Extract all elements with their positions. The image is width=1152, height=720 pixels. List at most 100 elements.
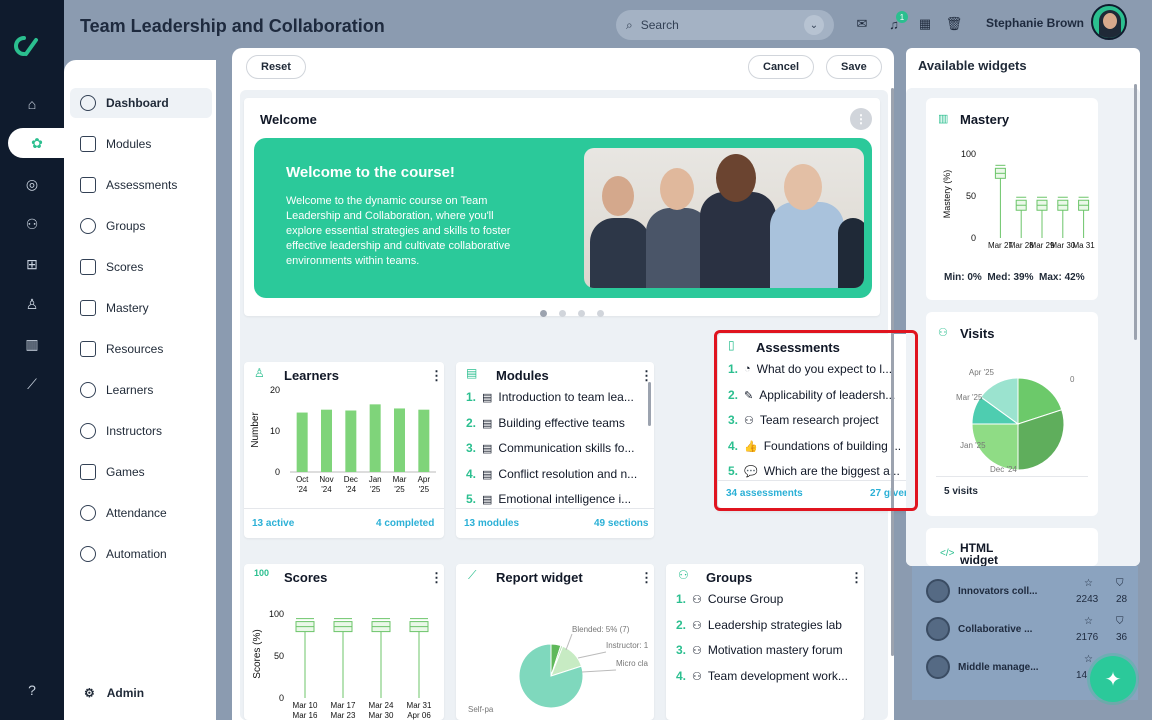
team-photo (584, 148, 864, 288)
list-item[interactable]: 4. 👍 Foundations of building ... (728, 437, 906, 455)
visits-widget-option[interactable]: ⚇ Visits Apr '25 0 Mar '25 Jan '25 Dec '24 5… (926, 312, 1098, 516)
gear-icon: ⚙ (84, 686, 95, 700)
sidebar-item-resources[interactable]: Resources (70, 334, 212, 364)
carousel-dot[interactable] (578, 310, 585, 317)
sidebar-item-instructors[interactable]: Instructors (70, 416, 212, 446)
book-icon: ▤ (466, 366, 478, 380)
search-input[interactable]: ⌕ Search ⌄ (616, 10, 834, 40)
x-tick-label: '25 (394, 485, 405, 494)
list-item[interactable]: 3. ⚇ Motivation mastery forum (676, 641, 854, 659)
list-item[interactable]: 2. ▤ Building effective teams (466, 414, 644, 432)
reset-button[interactable]: Reset (246, 55, 306, 79)
mail-icon[interactable]: ✉ (854, 16, 870, 32)
banner-text: Welcome to the dynamic course on Team Le… (286, 195, 511, 267)
person-icon[interactable]: ♙ (22, 294, 42, 314)
html-widget-option[interactable]: </> HTML widget (926, 528, 1098, 566)
target-icon[interactable]: ◎ (22, 174, 42, 194)
mastery-widget-option[interactable]: ▥ Mastery Mar 27 Mar 28 Mar 29 Mar 30 Ma 31 M… (926, 98, 1098, 300)
ai-assistant-button[interactable]: ✦ (1090, 656, 1136, 702)
list-item[interactable]: 5. 💬 Which are the biggest a... (728, 462, 906, 480)
scores-widget[interactable]: 100 Scores ⋮ Mar 10 Mar 16 Mar 17 Mar 23 Mar… (244, 564, 444, 720)
groups-widget[interactable]: ⚇ Groups ⋮ 1. ⚇ Course Group 2. ⚇ Leadership… (666, 564, 864, 720)
slice-label: Apr '25 (969, 368, 995, 377)
trash-icon[interactable]: 🗑 (946, 16, 963, 32)
sidebar-item-scores[interactable]: Scores (70, 252, 212, 282)
carousel-dot[interactable] (540, 310, 547, 317)
modules-count[interactable]: 13 modules (464, 518, 519, 529)
user-name[interactable]: Stephanie Brown (986, 16, 1084, 30)
chart-icon[interactable]: ⟋ (22, 374, 42, 394)
panel-scrollbar[interactable] (1134, 84, 1137, 340)
courses-icon[interactable]: ✿ (8, 128, 66, 158)
sparkle-icon: ✦ (1104, 668, 1122, 691)
carousel-dot[interactable] (597, 310, 604, 317)
welcome-widget[interactable]: Welcome ⋮ Welcome to the course! Welcome… (244, 98, 880, 317)
list-item[interactable]: 4. ▤ Conflict resolution and n... (466, 465, 644, 483)
more-icon[interactable]: ⋮ (850, 108, 872, 130)
sidebar-item-dashboard[interactable]: Dashboard (70, 88, 212, 118)
group-name: Leadership strategies lab (707, 618, 842, 632)
pencil-icon: ✎ (744, 389, 754, 402)
sidebar-item-modules[interactable]: Modules (70, 129, 212, 159)
carousel-dots[interactable] (540, 310, 604, 317)
carousel-dot[interactable] (559, 310, 566, 317)
visits-summary: 5 visits (944, 486, 978, 497)
list-item[interactable]: 2. ⚇ Leadership strategies lab (676, 616, 854, 634)
x-tick-label: '24 (346, 485, 357, 494)
active-count[interactable]: 13 active (252, 518, 294, 529)
list-item[interactable]: 1. ▤ Introduction to team lea... (466, 388, 644, 406)
sidebar-item-assessments[interactable]: Assessments (70, 170, 212, 200)
widget-title: Mastery (960, 112, 1010, 127)
list-item[interactable]: 4. ⚇ Team development work... (676, 667, 854, 685)
list-item[interactable]: 5. ▤ Emotional intelligence i... (466, 490, 644, 508)
library-icon[interactable]: ▥ (22, 334, 42, 354)
x-tick-label: '25 (370, 485, 381, 494)
sidebar-item-learners[interactable]: Learners (70, 375, 212, 405)
help-icon[interactable]: ? (22, 680, 42, 700)
save-button[interactable]: Save (826, 55, 882, 79)
list-item[interactable]: 1. ◔ What do you expect to l... (728, 360, 906, 378)
assessments-widget[interactable]: ▯ Assessments ⋮ 1.◔What do you expect to… (718, 334, 917, 508)
sidebar-item-automation[interactable]: Automation (70, 539, 212, 569)
list-item[interactable]: 2. ✎ Applicability of leadersh... (728, 386, 906, 404)
app-logo[interactable] (12, 32, 40, 60)
line-chart-icon: ⟋ (468, 568, 477, 582)
group-icon: ⚇ (744, 414, 754, 427)
calendar-icon[interactable]: ▦ (917, 16, 933, 32)
completed-count[interactable]: 4 completed (376, 518, 434, 529)
leaderboard-row[interactable]: Collaborative ... ☆ 2176 ⛉ 36 (926, 612, 1136, 646)
leader-line (565, 633, 573, 651)
chevron-down-icon[interactable]: ⌄ (804, 15, 824, 35)
leaderboard-row[interactable]: Innovators coll... ☆ 2243 ⛉ 28 (926, 574, 1136, 608)
sidebar-item-label: Instructors (106, 424, 163, 438)
admin-button[interactable]: ⚙ Admin (84, 686, 144, 700)
sidebar-item-groups[interactable]: Groups (70, 211, 212, 241)
learners-widget[interactable]: ♙ Learners ⋮ Number 20 10 0 Oct '24 Nov '24 Dec '… (244, 362, 444, 538)
sidebar-item-mastery[interactable]: Mastery (70, 293, 212, 323)
x-tick-label: Mar 10 (293, 701, 318, 710)
more-icon[interactable]: ⋮ (850, 570, 863, 586)
cancel-button[interactable]: Cancel (748, 55, 815, 79)
list-item[interactable]: 1. ⚇ Course Group (676, 590, 854, 608)
grid-icon[interactable]: ⊞ (22, 254, 42, 274)
sidebar-item-games[interactable]: Games (70, 457, 212, 487)
y-tick-label: 0 (275, 467, 280, 477)
assessments-count[interactable]: 34 assessments (726, 488, 803, 499)
divider (936, 476, 1088, 477)
widget-title: Scores (284, 570, 328, 585)
more-icon[interactable]: ⋮ (640, 368, 653, 384)
list-item[interactable]: 3. ⚇ Team research project (728, 411, 906, 429)
group-avatar (926, 579, 950, 603)
avatar[interactable] (1091, 4, 1127, 40)
report-widget[interactable]: ⟋ Report widget ⋮ Blended: 5% (7) Instruc… (456, 564, 654, 720)
scrollbar[interactable] (648, 382, 651, 426)
group-name: Middle manage... (958, 661, 1039, 673)
x-tick-label: Mar 31 (407, 701, 432, 710)
home-icon[interactable]: ⌂ (22, 94, 42, 114)
sections-count[interactable]: 49 sections (594, 518, 648, 529)
list-item[interactable]: 3. ▤ Communication skills fo... (466, 439, 644, 457)
sidebar-item-attendance[interactable]: Attendance (70, 498, 212, 528)
main-scrollbar[interactable] (891, 88, 894, 656)
modules-widget[interactable]: ▤ Modules ⋮ 1. ▤ Introduction to team lea.… (456, 362, 654, 538)
groups-icon[interactable]: ⚇ (22, 214, 42, 234)
